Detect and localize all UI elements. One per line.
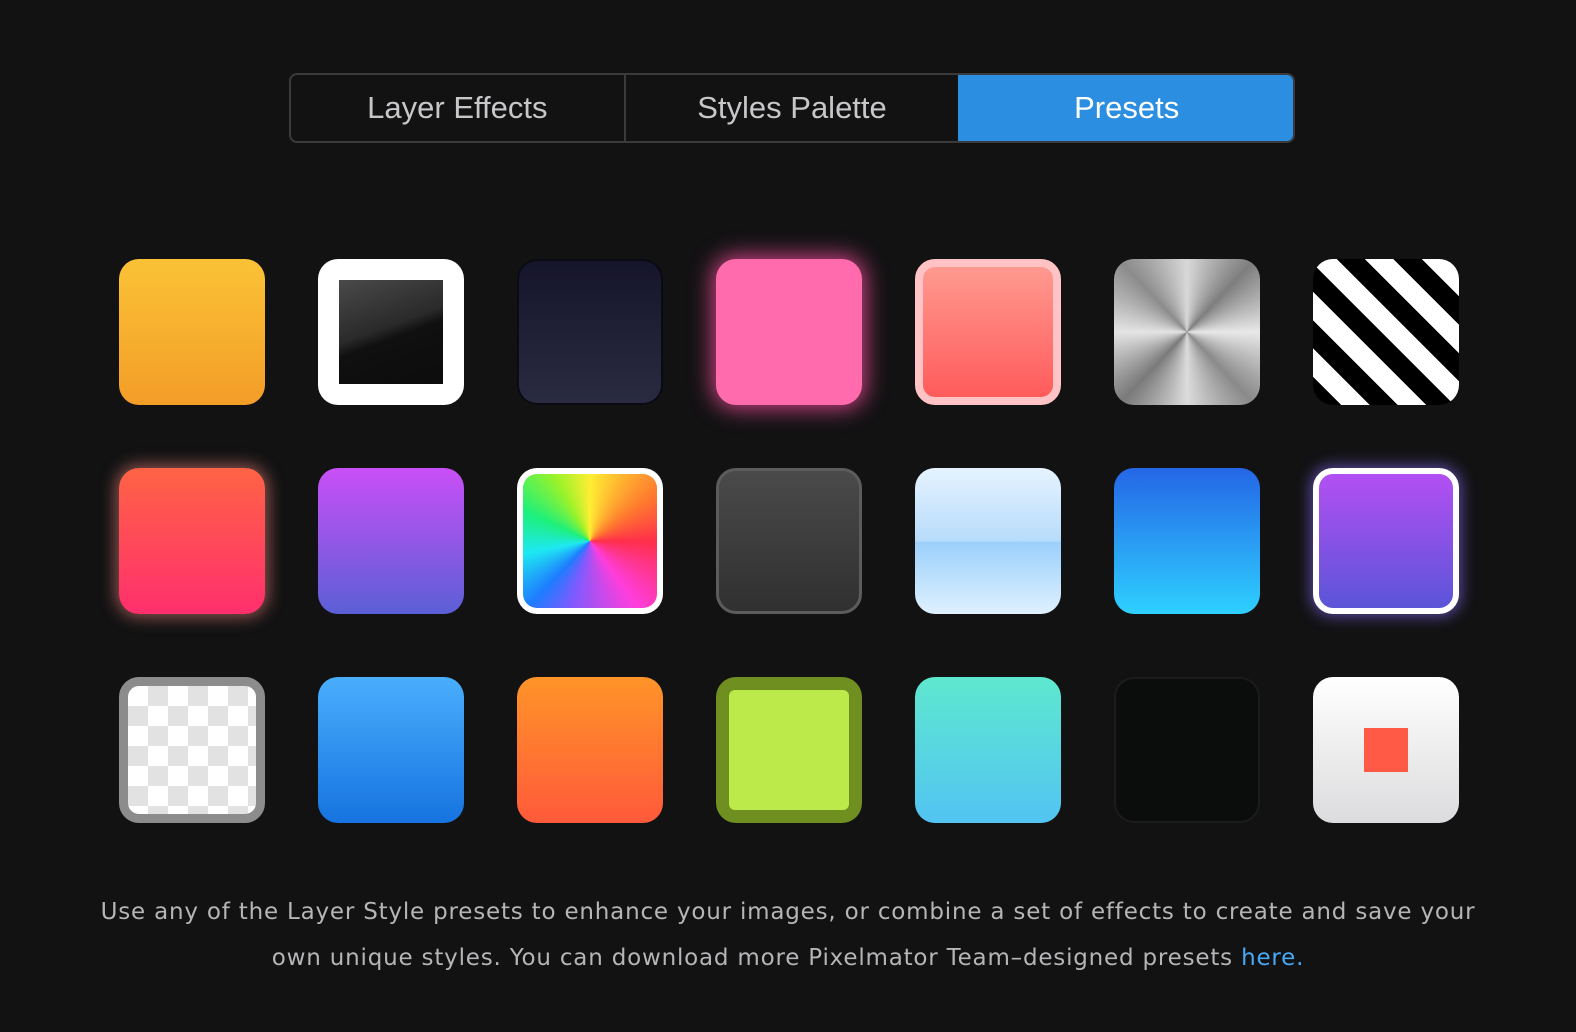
preset-rainbow-with-white-border[interactable] — [517, 468, 663, 614]
red-square — [1364, 728, 1408, 772]
presets-page: Layer Effects Styles Palette Presets Use… — [0, 0, 1576, 1032]
preset-blue-gradient[interactable] — [318, 677, 464, 823]
download-presets-link[interactable]: here. — [1241, 945, 1304, 971]
lime-inner — [729, 690, 849, 810]
preset-black-white-stripes[interactable] — [1313, 259, 1459, 405]
preset-orange-gradient[interactable] — [517, 677, 663, 823]
preset-sky-blue-glass[interactable] — [915, 468, 1061, 614]
preset-purple-gradient[interactable] — [318, 468, 464, 614]
preset-dark-gray-bordered[interactable] — [716, 468, 862, 614]
preset-purple-with-white-border[interactable] — [1313, 468, 1459, 614]
tab-layer-effects[interactable]: Layer Effects — [291, 75, 624, 141]
segmented-control: Layer Effects Styles Palette Presets — [289, 73, 1295, 143]
preset-pink-glow[interactable] — [716, 259, 862, 405]
presets-description: Use any of the Layer Style presets to en… — [100, 889, 1476, 981]
rainbow-inner — [523, 474, 657, 608]
presets-grid — [119, 259, 1459, 823]
preset-red-pink-glow[interactable] — [119, 468, 265, 614]
preset-dark-navy[interactable] — [517, 259, 663, 405]
preset-transparency-checkerboard[interactable] — [119, 677, 265, 823]
preset-lime-with-olive-border[interactable] — [716, 677, 862, 823]
preset-white-with-red-square[interactable] — [1313, 677, 1459, 823]
preset-brushed-metal[interactable] — [1114, 259, 1260, 405]
preset-blue-cyan-gradient[interactable] — [1114, 468, 1260, 614]
preset-white-frame[interactable] — [318, 259, 464, 405]
preset-teal-gradient[interactable] — [915, 677, 1061, 823]
preset-coral-with-pink-border[interactable] — [915, 259, 1061, 405]
preset-black[interactable] — [1114, 677, 1260, 823]
preset-yellow-orange-gradient[interactable] — [119, 259, 265, 405]
tab-presets[interactable]: Presets — [958, 75, 1293, 141]
tab-styles-palette[interactable]: Styles Palette — [623, 75, 959, 141]
frame-inner — [339, 280, 443, 384]
